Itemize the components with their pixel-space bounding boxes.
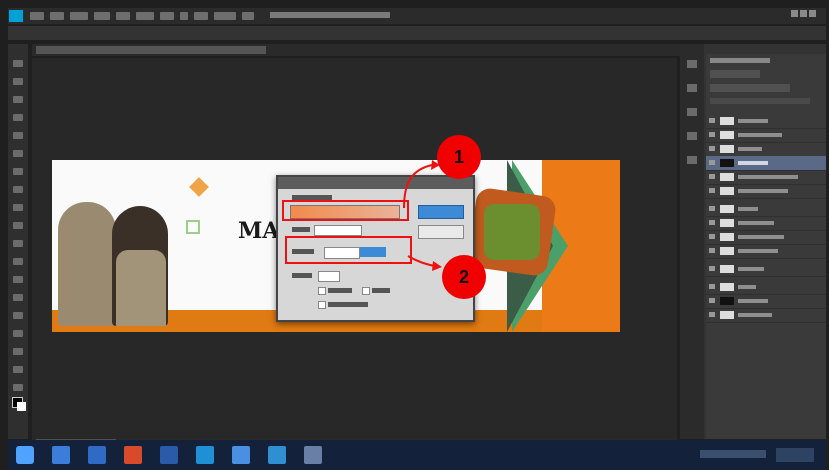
layers-panel-tabs[interactable] — [710, 58, 770, 63]
store-icon[interactable] — [88, 446, 106, 464]
file-explorer-icon[interactable] — [52, 446, 70, 464]
layer-row[interactable] — [706, 114, 826, 129]
callout-arrowhead-2 — [432, 261, 442, 271]
blend-mode-select[interactable] — [710, 84, 790, 92]
history-panel-icon[interactable] — [687, 60, 697, 68]
styles-panel-icon[interactable] — [687, 132, 697, 140]
media-player-icon[interactable] — [124, 446, 142, 464]
layer-row[interactable] — [706, 170, 826, 185]
photos-icon[interactable] — [304, 446, 322, 464]
layer-row[interactable] — [706, 308, 826, 323]
system-tray-icons[interactable] — [700, 450, 766, 458]
layer-lock-row[interactable] — [710, 98, 810, 104]
mail-icon[interactable] — [232, 446, 250, 464]
layer-row-selected[interactable] — [706, 156, 826, 171]
channels-panel-icon[interactable] — [687, 156, 697, 164]
layer-row[interactable] — [706, 202, 826, 217]
adjustments-panel-icon[interactable] — [687, 108, 697, 116]
panel-icon-strip — [680, 44, 704, 439]
windows-start-icon[interactable] — [16, 446, 34, 464]
callout-arrow-2 — [407, 255, 435, 267]
layer-row[interactable] — [706, 216, 826, 231]
layer-row[interactable] — [706, 128, 826, 143]
callout-2: 2 — [442, 255, 486, 299]
layer-row[interactable] — [706, 230, 826, 245]
layer-row[interactable] — [706, 142, 826, 157]
word-icon[interactable] — [160, 446, 178, 464]
edge-icon[interactable] — [196, 446, 214, 464]
layer-filter-select[interactable] — [710, 70, 760, 78]
layers-panel — [706, 54, 826, 439]
properties-panel-icon[interactable] — [687, 84, 697, 92]
layer-row[interactable] — [706, 184, 826, 199]
photoshop-task-icon[interactable] — [268, 446, 286, 464]
callout-1: 1 — [437, 135, 481, 179]
layer-row[interactable] — [706, 262, 826, 277]
taskbar-clock[interactable] — [776, 448, 814, 462]
callout-arrow-1 — [403, 164, 433, 209]
layer-row[interactable] — [706, 280, 826, 295]
layer-row[interactable] — [706, 244, 826, 259]
layer-row[interactable] — [706, 294, 826, 309]
